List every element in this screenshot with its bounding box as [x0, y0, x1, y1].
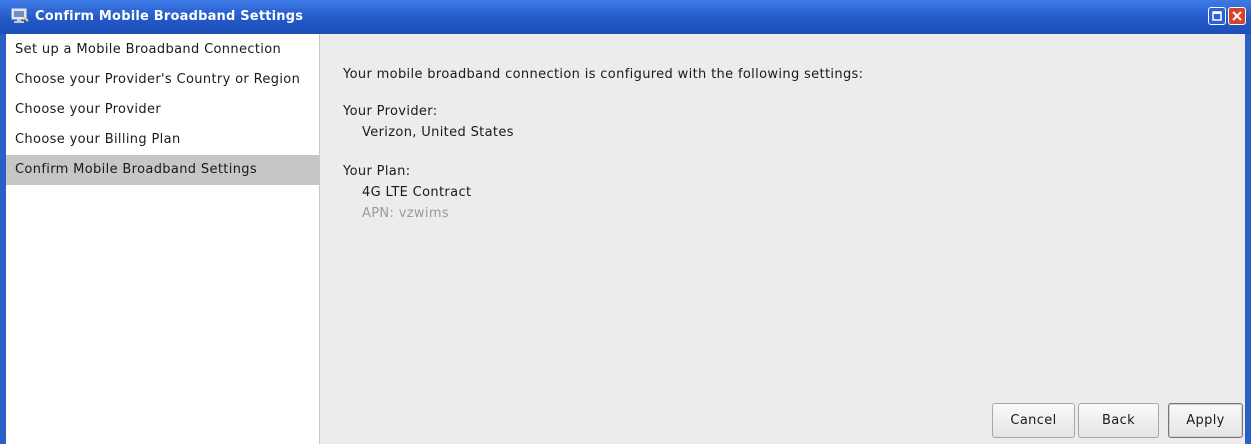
cancel-button[interactable]: Cancel — [992, 403, 1075, 438]
provider-value: Verizon, United States — [362, 125, 514, 140]
intro-text: Your mobile broadband connection is conf… — [343, 67, 864, 82]
title-bar[interactable]: Confirm Mobile Broadband Settings — [0, 0, 1251, 34]
maximize-button[interactable] — [1208, 7, 1226, 25]
apply-button[interactable]: Apply — [1168, 403, 1243, 438]
maximize-icon — [1212, 11, 1222, 21]
apn-value: APN: vzwims — [362, 206, 450, 221]
assistant-window: Confirm Mobile Broadband Settings Set up… — [0, 0, 1251, 444]
back-button[interactable]: Back — [1078, 403, 1159, 438]
step-setup: Set up a Mobile Broadband Connection — [15, 42, 282, 57]
close-icon — [1232, 11, 1242, 21]
step-billing-plan: Choose your Billing Plan — [15, 132, 181, 147]
window-title: Confirm Mobile Broadband Settings — [35, 9, 304, 24]
step-confirm: Confirm Mobile Broadband Settings — [6, 155, 319, 185]
step-country: Choose your Provider's Country or Region — [15, 72, 301, 87]
plan-value: 4G LTE Contract — [362, 185, 472, 200]
provider-label: Your Provider: — [343, 104, 438, 119]
step-provider: Choose your Provider — [15, 102, 162, 117]
main-content: Your mobile broadband connection is conf… — [320, 34, 1245, 444]
close-button[interactable] — [1228, 7, 1246, 25]
plan-label: Your Plan: — [343, 164, 411, 179]
network-icon — [11, 8, 29, 24]
steps-sidebar: Set up a Mobile Broadband Connection Cho… — [6, 34, 320, 444]
